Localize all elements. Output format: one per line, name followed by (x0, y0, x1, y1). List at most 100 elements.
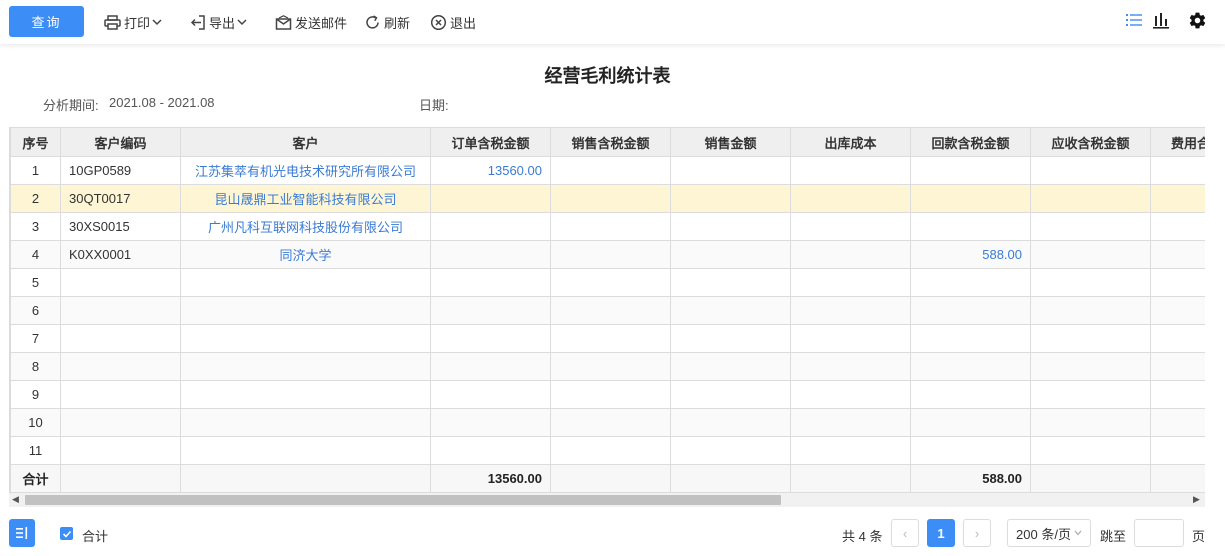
table-row[interactable]: 5 (10, 268, 1205, 297)
scroll-right-icon[interactable]: ▶ (1193, 494, 1200, 505)
cell-sales-amt[interactable] (670, 408, 791, 437)
cell-receivable-amt[interactable] (1030, 352, 1151, 381)
table-row[interactable]: 4 K0XX0001 同济大学 588.00 (10, 240, 1205, 269)
col-header[interactable]: 出库成本 (790, 127, 911, 157)
col-header[interactable]: 客户 (180, 127, 431, 157)
cell-cost[interactable] (790, 296, 911, 325)
scrollbar-thumb[interactable] (25, 495, 781, 505)
cell-fee[interactable] (1150, 380, 1205, 409)
cell-customer[interactable]: 广州凡科互联网科技股份有限公司 (180, 212, 431, 241)
cell-sales-amt[interactable] (670, 212, 791, 241)
bar-chart-icon[interactable] (1152, 11, 1170, 29)
cell-sales-tax-amt[interactable] (550, 268, 671, 297)
cell-receivable-amt[interactable] (1030, 156, 1151, 185)
query-button[interactable]: 查询 (9, 6, 84, 37)
cell-cost[interactable] (790, 184, 911, 213)
cell-receivable-amt[interactable] (1030, 240, 1151, 269)
cell-receivable-amt[interactable] (1030, 380, 1151, 409)
total-checkbox[interactable] (60, 527, 73, 540)
cell-receipt-amt[interactable]: 588.00 (910, 240, 1031, 269)
cell-fee[interactable] (1150, 436, 1205, 465)
cell-customer[interactable]: 同济大学 (180, 240, 431, 269)
cell-fee[interactable] (1150, 156, 1205, 185)
cell-fee[interactable] (1150, 324, 1205, 353)
table-row[interactable]: 11 (10, 436, 1205, 465)
cell-order-amt[interactable] (430, 380, 551, 409)
cell-cost[interactable] (790, 380, 911, 409)
cell-customer[interactable] (180, 408, 431, 437)
cell-sales-amt[interactable] (670, 380, 791, 409)
cell-sales-tax-amt[interactable] (550, 212, 671, 241)
cell-sales-tax-amt[interactable] (550, 240, 671, 269)
cell-sales-tax-amt[interactable] (550, 324, 671, 353)
cell-sales-amt[interactable] (670, 352, 791, 381)
cell-sales-tax-amt[interactable] (550, 352, 671, 381)
cell-order-amt[interactable] (430, 184, 551, 213)
prev-page-button[interactable]: ‹ (891, 519, 919, 547)
cell-sales-tax-amt[interactable] (550, 184, 671, 213)
cell-fee[interactable] (1150, 212, 1205, 241)
cell-sales-amt[interactable] (670, 240, 791, 269)
cell-receipt-amt[interactable] (910, 156, 1031, 185)
cell-order-amt[interactable]: 13560.00 (430, 156, 551, 185)
exit-button[interactable]: 退出 (430, 12, 476, 32)
cell-receipt-amt[interactable] (910, 436, 1031, 465)
cell-sales-tax-amt[interactable] (550, 296, 671, 325)
cell-fee[interactable]: 2 (1150, 184, 1205, 213)
cell-receivable-amt[interactable] (1030, 296, 1151, 325)
list-view-icon[interactable] (1125, 11, 1143, 29)
cell-receivable-amt[interactable] (1030, 436, 1151, 465)
cell-customer[interactable] (180, 296, 431, 325)
table-row[interactable]: 9 (10, 380, 1205, 409)
col-header[interactable]: 销售含税金额 (550, 127, 671, 157)
cell-order-amt[interactable] (430, 324, 551, 353)
table-row[interactable]: 8 (10, 352, 1205, 381)
cell-receipt-amt[interactable] (910, 184, 1031, 213)
cell-cost[interactable] (790, 156, 911, 185)
cell-customer[interactable] (180, 268, 431, 297)
cell-order-amt[interactable] (430, 240, 551, 269)
cell-receipt-amt[interactable] (910, 352, 1031, 381)
cell-sales-amt[interactable] (670, 184, 791, 213)
table-row[interactable]: 1 10GP0589 江苏集萃有机光电技术研究所有限公司 13560.00 (10, 156, 1205, 185)
cell-order-amt[interactable] (430, 352, 551, 381)
cell-sales-amt[interactable] (670, 324, 791, 353)
col-header[interactable]: 客户编码 (60, 127, 181, 157)
cell-customer[interactable] (180, 352, 431, 381)
cell-customer[interactable]: 江苏集萃有机光电技术研究所有限公司 (180, 156, 431, 185)
cell-sales-amt[interactable] (670, 436, 791, 465)
cell-receivable-amt[interactable] (1030, 184, 1151, 213)
table-row[interactable]: 7 (10, 324, 1205, 353)
gear-icon[interactable] (1188, 11, 1207, 30)
cell-receipt-amt[interactable] (910, 380, 1031, 409)
cell-cost[interactable] (790, 436, 911, 465)
cell-cost[interactable] (790, 408, 911, 437)
page-1-button[interactable]: 1 (927, 519, 955, 547)
cell-sales-amt[interactable] (670, 296, 791, 325)
cell-cost[interactable] (790, 268, 911, 297)
cell-order-amt[interactable] (430, 436, 551, 465)
col-header[interactable]: 应收含税金额 (1030, 127, 1151, 157)
col-header[interactable]: 序号 (10, 127, 61, 157)
table-row[interactable]: 3 30XS0015 广州凡科互联网科技股份有限公司 (10, 212, 1205, 241)
cell-fee[interactable] (1150, 352, 1205, 381)
cell-sales-tax-amt[interactable] (550, 156, 671, 185)
col-header[interactable]: 回款含税金额 (910, 127, 1031, 157)
cell-receivable-amt[interactable] (1030, 212, 1151, 241)
cell-order-amt[interactable] (430, 408, 551, 437)
next-page-button[interactable]: › (963, 519, 991, 547)
column-settings-button[interactable] (9, 519, 35, 547)
table-row[interactable]: 230QT0017昆山晟鼎工业智能科技有限公司2 (10, 184, 1205, 213)
cell-sales-tax-amt[interactable] (550, 436, 671, 465)
table-row[interactable]: 6 (10, 296, 1205, 325)
cell-fee[interactable] (1150, 268, 1205, 297)
cell-cost[interactable] (790, 212, 911, 241)
col-header[interactable]: 费用合 (1150, 127, 1205, 157)
send-email-button[interactable]: 发送邮件 (275, 12, 347, 32)
cell-sales-tax-amt[interactable] (550, 408, 671, 437)
cell-fee[interactable] (1150, 408, 1205, 437)
cell-receivable-amt[interactable] (1030, 408, 1151, 437)
refresh-button[interactable]: 刷新 (364, 12, 410, 32)
total-checkbox-label[interactable]: 合计 (82, 526, 108, 545)
cell-customer[interactable] (180, 324, 431, 353)
